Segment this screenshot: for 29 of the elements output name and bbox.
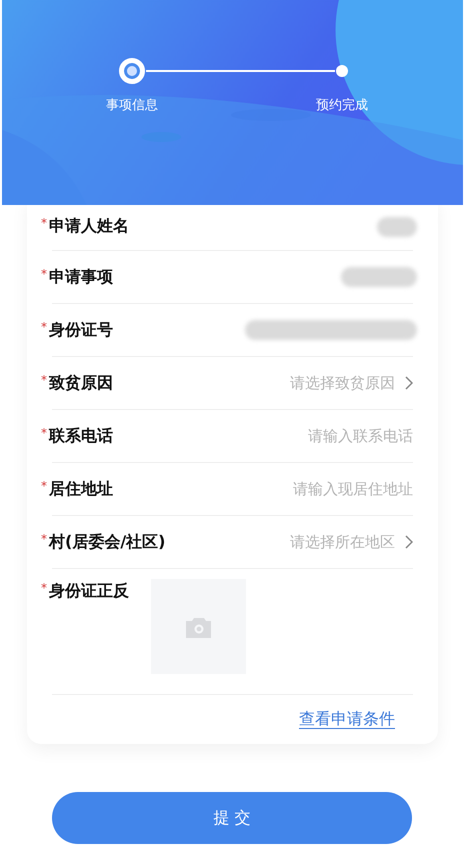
- camera-icon: [186, 616, 212, 638]
- step-label: 预约完成: [316, 97, 368, 114]
- required-mark: *: [41, 581, 47, 595]
- required-mark: *: [41, 266, 47, 280]
- photo-upload-button[interactable]: [151, 579, 246, 674]
- required-mark: *: [41, 216, 47, 230]
- field-label: 村(居委会/社区): [49, 532, 166, 552]
- field-label: 居住地址: [49, 478, 113, 500]
- required-mark: *: [41, 372, 47, 386]
- chevron-right-icon: [405, 376, 413, 390]
- conditions-link[interactable]: 查看申请条件: [299, 709, 395, 730]
- submit-button[interactable]: 提 交: [52, 792, 412, 844]
- select-field[interactable]: 请选择所在地区: [290, 532, 413, 552]
- select-field[interactable]: 请选择致贫原因: [290, 374, 413, 392]
- blurred-value: [377, 216, 417, 236]
- input-field[interactable]: 请输入联系电话: [233, 427, 413, 445]
- field-label: 申请人姓名: [49, 216, 129, 237]
- field-label: 致贫原因: [49, 372, 113, 394]
- input-field[interactable]: 请输入现居住地址: [233, 480, 413, 498]
- field-label: 身份证号: [49, 320, 113, 340]
- required-mark: *: [41, 320, 47, 334]
- required-mark: *: [41, 532, 47, 546]
- field-label: 身份证正反: [49, 581, 129, 602]
- required-mark: *: [41, 478, 47, 492]
- step-label: 事项信息: [106, 97, 158, 114]
- required-mark: *: [41, 426, 47, 440]
- chevron-right-icon: [405, 535, 413, 549]
- field-label: 申请事项: [49, 266, 113, 288]
- field-label: 联系电话: [49, 426, 113, 446]
